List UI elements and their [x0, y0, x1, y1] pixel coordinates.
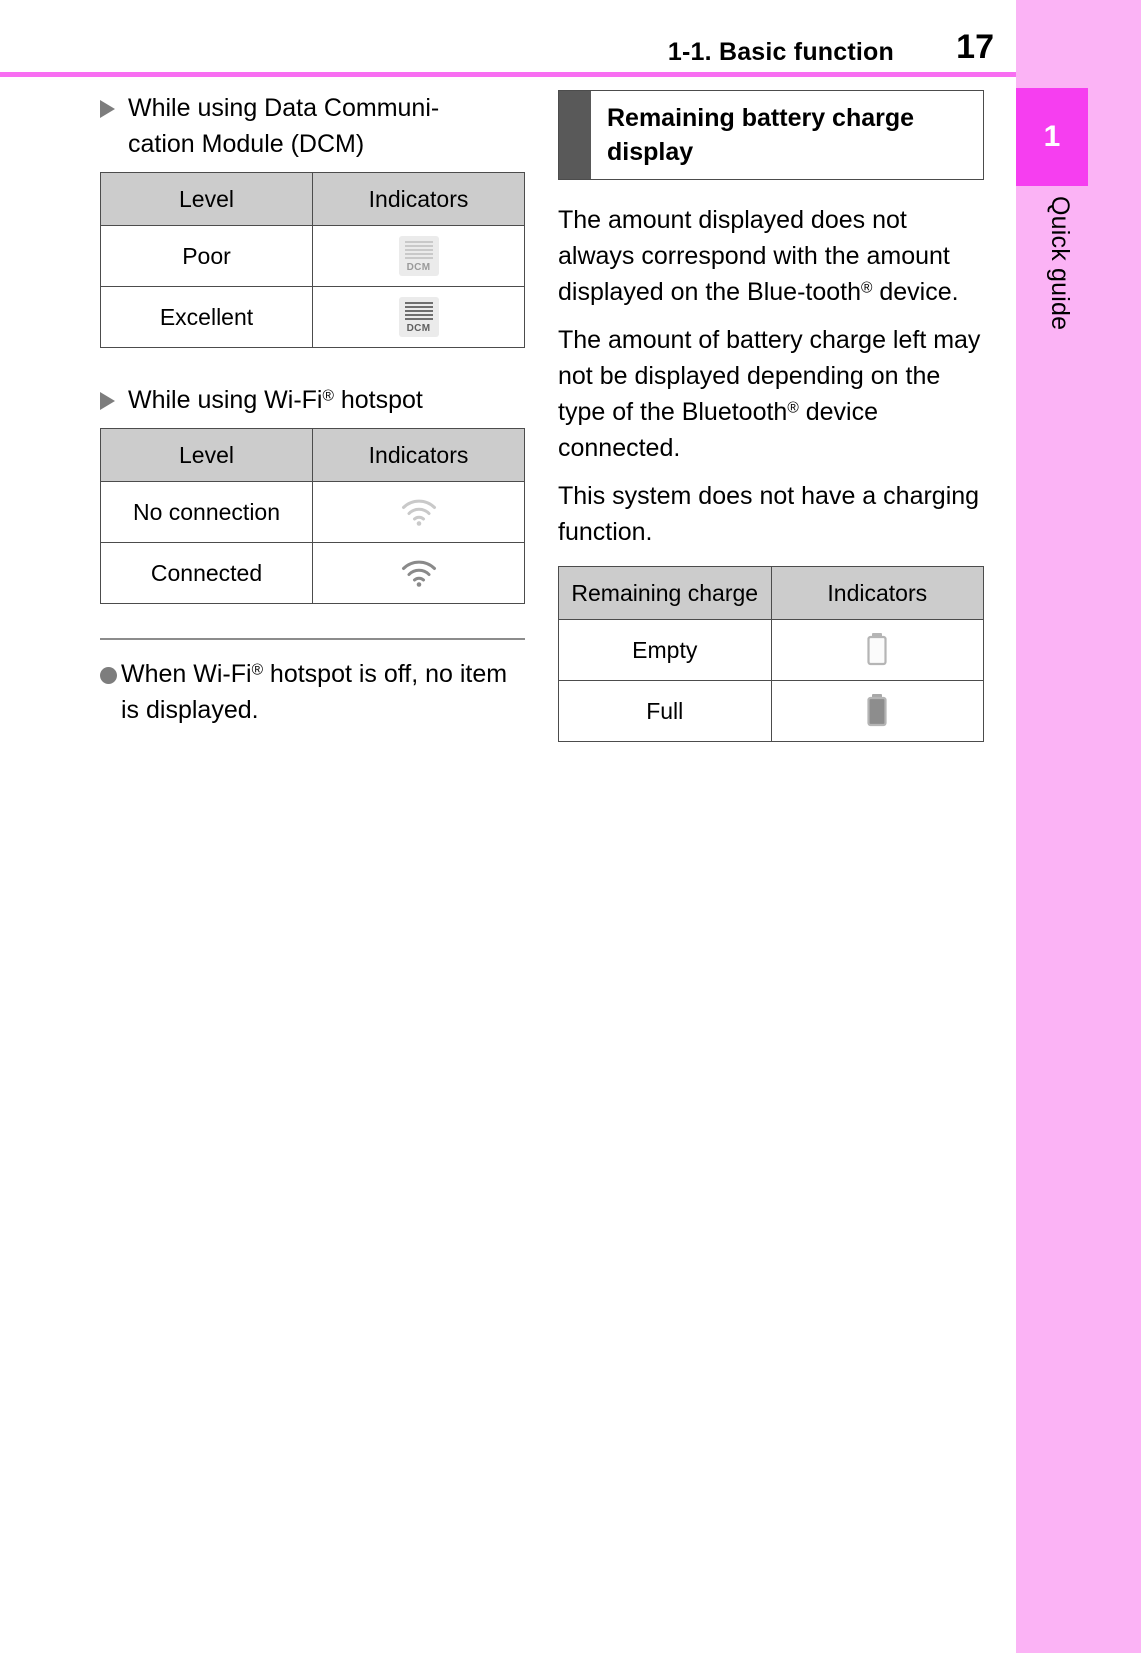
wifi-indicator-table: Level Indicators No connection Connected: [100, 428, 525, 604]
dcm-section-heading: While using Data Communi- cation Module …: [100, 90, 525, 162]
battery-full-icon: [867, 694, 887, 727]
table-row: Poor DCM: [100, 225, 525, 287]
dcm-level-excellent: Excellent: [100, 286, 313, 348]
battery-header-charge: Remaining charge: [558, 566, 772, 620]
paragraph-pre: The amount of battery charge left may no…: [558, 326, 981, 426]
dcm-strong-icon: DCM: [398, 297, 439, 337]
header-rule: [0, 72, 1016, 77]
battery-indicator-full-cell: [770, 680, 984, 742]
round-bullet-icon: [100, 667, 117, 684]
dcm-header-level: Level: [100, 172, 313, 226]
battery-header-indicators: Indicators: [770, 566, 984, 620]
dcm-indicator-excellent-cell: DCM: [312, 286, 525, 348]
chapter-number-text: 1: [1043, 120, 1061, 153]
dcm-signal-bars: [404, 302, 433, 321]
wifi-off-note: When Wi-Fi® hotspot is off, no item is d…: [100, 656, 525, 728]
triangle-bullet-icon: [100, 100, 115, 118]
battery-indicator-empty-cell: [770, 619, 984, 681]
wifi-level-connected: Connected: [100, 542, 313, 604]
paragraph-pre: This system does not have a charging fun…: [558, 482, 980, 546]
dcm-heading-line1: While using Data Communi-: [128, 94, 440, 122]
table-row: Empty: [558, 619, 984, 681]
dcm-text-label: DCM: [406, 323, 431, 334]
triangle-bullet-icon: [100, 392, 115, 410]
dcm-indicator-poor-cell: DCM: [312, 225, 525, 287]
note-separator: [100, 638, 525, 640]
right-column: Remaining battery charge display The amo…: [558, 90, 984, 742]
dcm-heading-line2: cation Module (DCM): [128, 130, 365, 158]
wifi-level-no-connection: No connection: [100, 481, 313, 543]
manual-page: 1-1. Basic function 17 1 Quick guide Whi…: [0, 0, 1141, 1653]
registered-mark: ®: [787, 399, 799, 417]
table-header-row: Level Indicators: [100, 172, 525, 226]
paragraph-post: device.: [872, 278, 959, 306]
registered-mark: ®: [322, 387, 334, 405]
registered-mark: ®: [861, 279, 873, 297]
chapter-number-badge: 1: [1016, 88, 1088, 186]
table-row: No connection: [100, 481, 525, 543]
dcm-heading-text: While using Data Communi- cation Module …: [128, 90, 525, 162]
heading-accent-bar: [559, 91, 591, 179]
wifi-header-indicators: Indicators: [312, 428, 525, 482]
battery-heading-line1: Remaining battery charge: [607, 104, 915, 132]
wifi-section-heading: While using Wi-Fi® hotspot: [100, 382, 525, 418]
battery-indicator-table: Remaining charge Indicators Empty Full: [558, 566, 984, 742]
chapter-name-label: Quick guide: [1046, 196, 1074, 331]
dcm-weak-icon: DCM: [398, 236, 439, 276]
dcm-signal-bars: [404, 241, 433, 260]
battery-empty-icon: [867, 633, 887, 666]
battery-paragraph-3: This system does not have a charging fun…: [558, 478, 984, 550]
battery-heading-line2: display: [607, 138, 694, 166]
battery-heading-text: Remaining battery charge display: [591, 91, 983, 179]
wifi-heading-text: While using Wi-Fi® hotspot: [128, 382, 525, 418]
wifi-indicator-connected-cell: [312, 542, 525, 604]
registered-mark: ®: [251, 661, 263, 679]
battery-paragraph-2: The amount of battery charge left may no…: [558, 322, 984, 466]
chapter-tab-strip: 1 Quick guide: [1016, 0, 1141, 1653]
battery-section-heading: Remaining battery charge display: [558, 90, 984, 180]
battery-level-empty: Empty: [558, 619, 772, 681]
wifi-heading-post: hotspot: [333, 386, 423, 414]
dcm-text-label: DCM: [406, 262, 431, 273]
note-pre: When Wi-Fi: [121, 660, 252, 688]
table-row: Excellent DCM: [100, 286, 525, 348]
table-row: Full: [558, 680, 984, 742]
table-header-row: Level Indicators: [100, 428, 525, 482]
dcm-indicator-table: Level Indicators Poor DCM Excellent DCM: [100, 172, 525, 348]
wifi-header-level: Level: [100, 428, 313, 482]
dcm-level-poor: Poor: [100, 225, 313, 287]
battery-level-full: Full: [558, 680, 772, 742]
wifi-off-note-text: When Wi-Fi® hotspot is off, no item is d…: [121, 656, 525, 728]
wifi-indicator-no-connection-cell: [312, 481, 525, 543]
wifi-heading-pre: While using Wi-Fi: [128, 386, 323, 414]
dcm-header-indicators: Indicators: [312, 172, 525, 226]
left-column: While using Data Communi- cation Module …: [100, 90, 525, 728]
table-header-row: Remaining charge Indicators: [558, 566, 984, 620]
page-header: 1-1. Basic function 17: [0, 0, 1016, 77]
wifi-strong-icon: [401, 560, 436, 587]
header-section-title: 1-1. Basic function: [667, 38, 894, 66]
battery-paragraph-1: The amount displayed does not always cor…: [558, 202, 984, 310]
table-row: Connected: [100, 542, 525, 604]
page-number: 17: [956, 28, 994, 66]
wifi-weak-icon: [401, 499, 436, 526]
